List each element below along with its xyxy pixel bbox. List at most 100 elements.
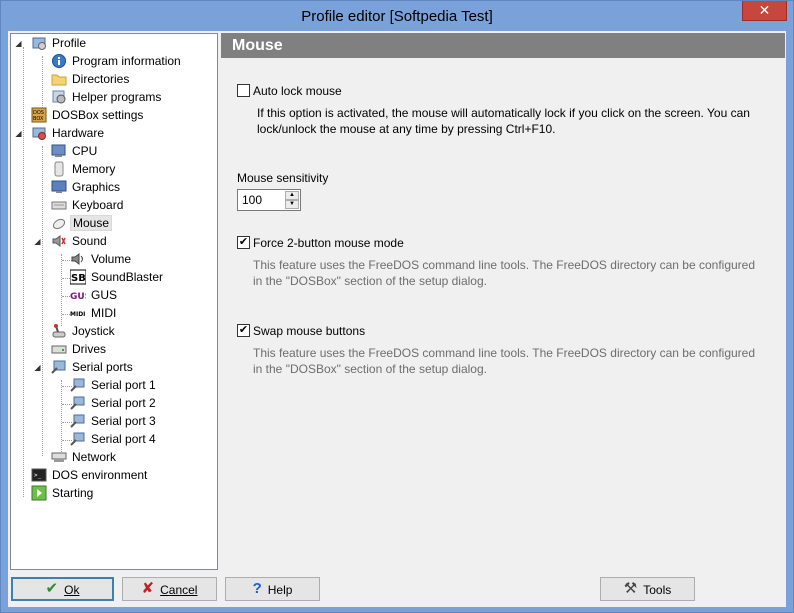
settings-tree[interactable]: ◢ Profile Program information Directorie…: [10, 33, 218, 570]
swap-desc-line1: This feature uses the FreeDOS command li…: [253, 346, 756, 360]
gus-icon: GUS: [70, 287, 91, 303]
auto-lock-description: If this option is activated, the mouse w…: [257, 105, 787, 137]
monitor-icon: [51, 179, 67, 195]
cancel-button[interactable]: ✘ Cancel: [122, 577, 217, 601]
tree-item-mouse[interactable]: Mouse: [51, 215, 113, 233]
profile-editor-window: Profile editor [Softpedia Test] ✕ ◢ Prof…: [0, 0, 794, 613]
cancel-x-icon: ✘: [141, 579, 155, 597]
cpu-icon: [51, 143, 67, 159]
hardware-icon: [31, 125, 47, 141]
serial-port-icon: [70, 431, 86, 447]
auto-lock-mouse-label[interactable]: Auto lock mouse: [253, 84, 342, 98]
tools-button-label: Tools: [643, 582, 672, 597]
svg-text:BOX: BOX: [33, 116, 44, 122]
tree-item-serial-port-2[interactable]: Serial port 2: [70, 395, 158, 413]
panel-title: Mouse: [221, 33, 785, 58]
mouse-sensitivity-label: Mouse sensitivity: [237, 171, 329, 185]
tools-icon: ⚒: [623, 579, 638, 597]
collapse-toggle[interactable]: ◢: [33, 363, 42, 372]
tree-item-memory[interactable]: Memory: [51, 161, 117, 179]
collapse-toggle[interactable]: ◢: [14, 39, 23, 48]
mouse-sensitivity-value[interactable]: 100: [242, 193, 262, 207]
serial-port-icon: [70, 377, 86, 393]
tree-item-keyboard[interactable]: Keyboard: [51, 197, 125, 215]
collapse-toggle[interactable]: ◢: [14, 129, 23, 138]
spinner-up-icon[interactable]: ▲: [285, 191, 299, 200]
tree-item-program-information[interactable]: Program information: [51, 53, 183, 71]
start-icon: [31, 485, 47, 501]
swap-mouse-buttons-checkbox[interactable]: ✔: [237, 324, 250, 337]
auto-lock-desc-line2: lock/unlock the mouse at any time by pre…: [257, 122, 556, 136]
auto-lock-mouse-checkbox[interactable]: [237, 84, 250, 97]
auto-lock-desc-line1: If this option is activated, the mouse w…: [257, 106, 750, 120]
help-icon: ?: [252, 579, 262, 597]
tree-item-soundblaster[interactable]: SB SoundBlaster: [69, 269, 165, 287]
svg-text:GUS: GUS: [70, 292, 86, 302]
serial-port-icon: [70, 413, 86, 429]
drive-icon: [51, 341, 67, 357]
tree-item-dos-environment[interactable]: >_ DOS environment: [31, 467, 149, 485]
terminal-icon: >_: [31, 467, 47, 483]
tree-item-directories[interactable]: Directories: [51, 71, 131, 89]
svg-text:MIDI: MIDI: [70, 311, 85, 318]
swap-desc-line2: in the "DOSBox" section of the setup dia…: [253, 362, 487, 376]
force-2-button-checkbox[interactable]: ✔: [237, 236, 250, 249]
tree-item-drives[interactable]: Drives: [51, 341, 108, 359]
joystick-icon: [51, 323, 67, 339]
tree-item-joystick[interactable]: Joystick: [51, 323, 117, 341]
tree-line: [61, 254, 62, 326]
tree-item-volume[interactable]: Volume: [70, 251, 133, 269]
tree-item-profile[interactable]: Profile: [31, 35, 88, 53]
mouse-sensitivity-spinner[interactable]: 100 ▲ ▼: [237, 189, 301, 211]
force-2-button-label[interactable]: Force 2-button mouse mode: [253, 236, 404, 250]
swap-mouse-buttons-label[interactable]: Swap mouse buttons: [253, 324, 365, 338]
tree-line: [23, 47, 24, 497]
tree-item-serial-port-4[interactable]: Serial port 4: [70, 431, 158, 449]
speaker-icon: [51, 233, 67, 249]
info-icon: [51, 53, 67, 69]
client-area: ◢ Profile Program information Directorie…: [8, 31, 786, 607]
mouse-icon: [51, 215, 67, 231]
serial-icon: [51, 359, 67, 375]
tree-item-starting[interactable]: Starting: [31, 485, 95, 503]
midi-icon: MIDI: [70, 305, 86, 321]
tree-item-gus[interactable]: GUSGUS: [70, 287, 119, 305]
folder-icon: [51, 71, 67, 87]
network-icon: [51, 449, 67, 465]
tree-item-graphics[interactable]: Graphics: [51, 179, 122, 197]
keyboard-icon: [51, 197, 67, 213]
tree-item-serial-ports[interactable]: Serial ports: [51, 359, 135, 377]
close-button[interactable]: ✕: [742, 1, 787, 21]
tree-item-hardware[interactable]: Hardware: [31, 125, 106, 143]
svg-text:SB: SB: [71, 273, 86, 284]
memory-icon: [51, 161, 67, 177]
tree-item-serial-port-3[interactable]: Serial port 3: [70, 413, 158, 431]
tree-line: [42, 56, 43, 110]
tree-item-sound[interactable]: Sound: [51, 233, 109, 251]
tree-item-helper-programs[interactable]: Helper programs: [51, 89, 163, 107]
spinner-down-icon[interactable]: ▼: [285, 200, 299, 209]
swap-mouse-buttons-description: This feature uses the FreeDOS command li…: [253, 345, 783, 377]
svg-text:>_: >_: [34, 472, 42, 479]
check-icon: ✔: [45, 579, 59, 597]
tools-button[interactable]: ⚒ Tools: [600, 577, 695, 601]
cancel-button-label: Cancel: [160, 582, 198, 597]
tree-item-serial-port-1[interactable]: Serial port 1: [70, 377, 158, 395]
force-2-button-desc-line2: in the "DOSBox" section of the setup dia…: [253, 274, 487, 288]
serial-port-icon: [70, 395, 86, 411]
ok-button[interactable]: ✔ Ok: [11, 577, 114, 601]
tree-item-dosbox-settings[interactable]: DOS BOX DOSBox settings: [31, 107, 145, 125]
tree-item-network[interactable]: Network: [51, 449, 118, 467]
tree-line: [61, 380, 62, 452]
dosbox-icon: DOS BOX: [31, 107, 47, 123]
force-2-button-desc-line1: This feature uses the FreeDOS command li…: [253, 258, 756, 272]
profile-icon: [31, 35, 47, 51]
force-2-button-description: This feature uses the FreeDOS command li…: [253, 257, 783, 289]
spinner-buttons: ▲ ▼: [285, 191, 299, 209]
tree-item-cpu[interactable]: CPU: [51, 143, 99, 161]
help-button[interactable]: ? Help: [225, 577, 320, 601]
tree-item-midi[interactable]: MIDI MIDI: [70, 305, 118, 323]
collapse-toggle[interactable]: ◢: [33, 237, 42, 246]
help-button-label: Help: [267, 582, 293, 597]
window-title: Profile editor [Softpedia Test]: [301, 8, 493, 25]
